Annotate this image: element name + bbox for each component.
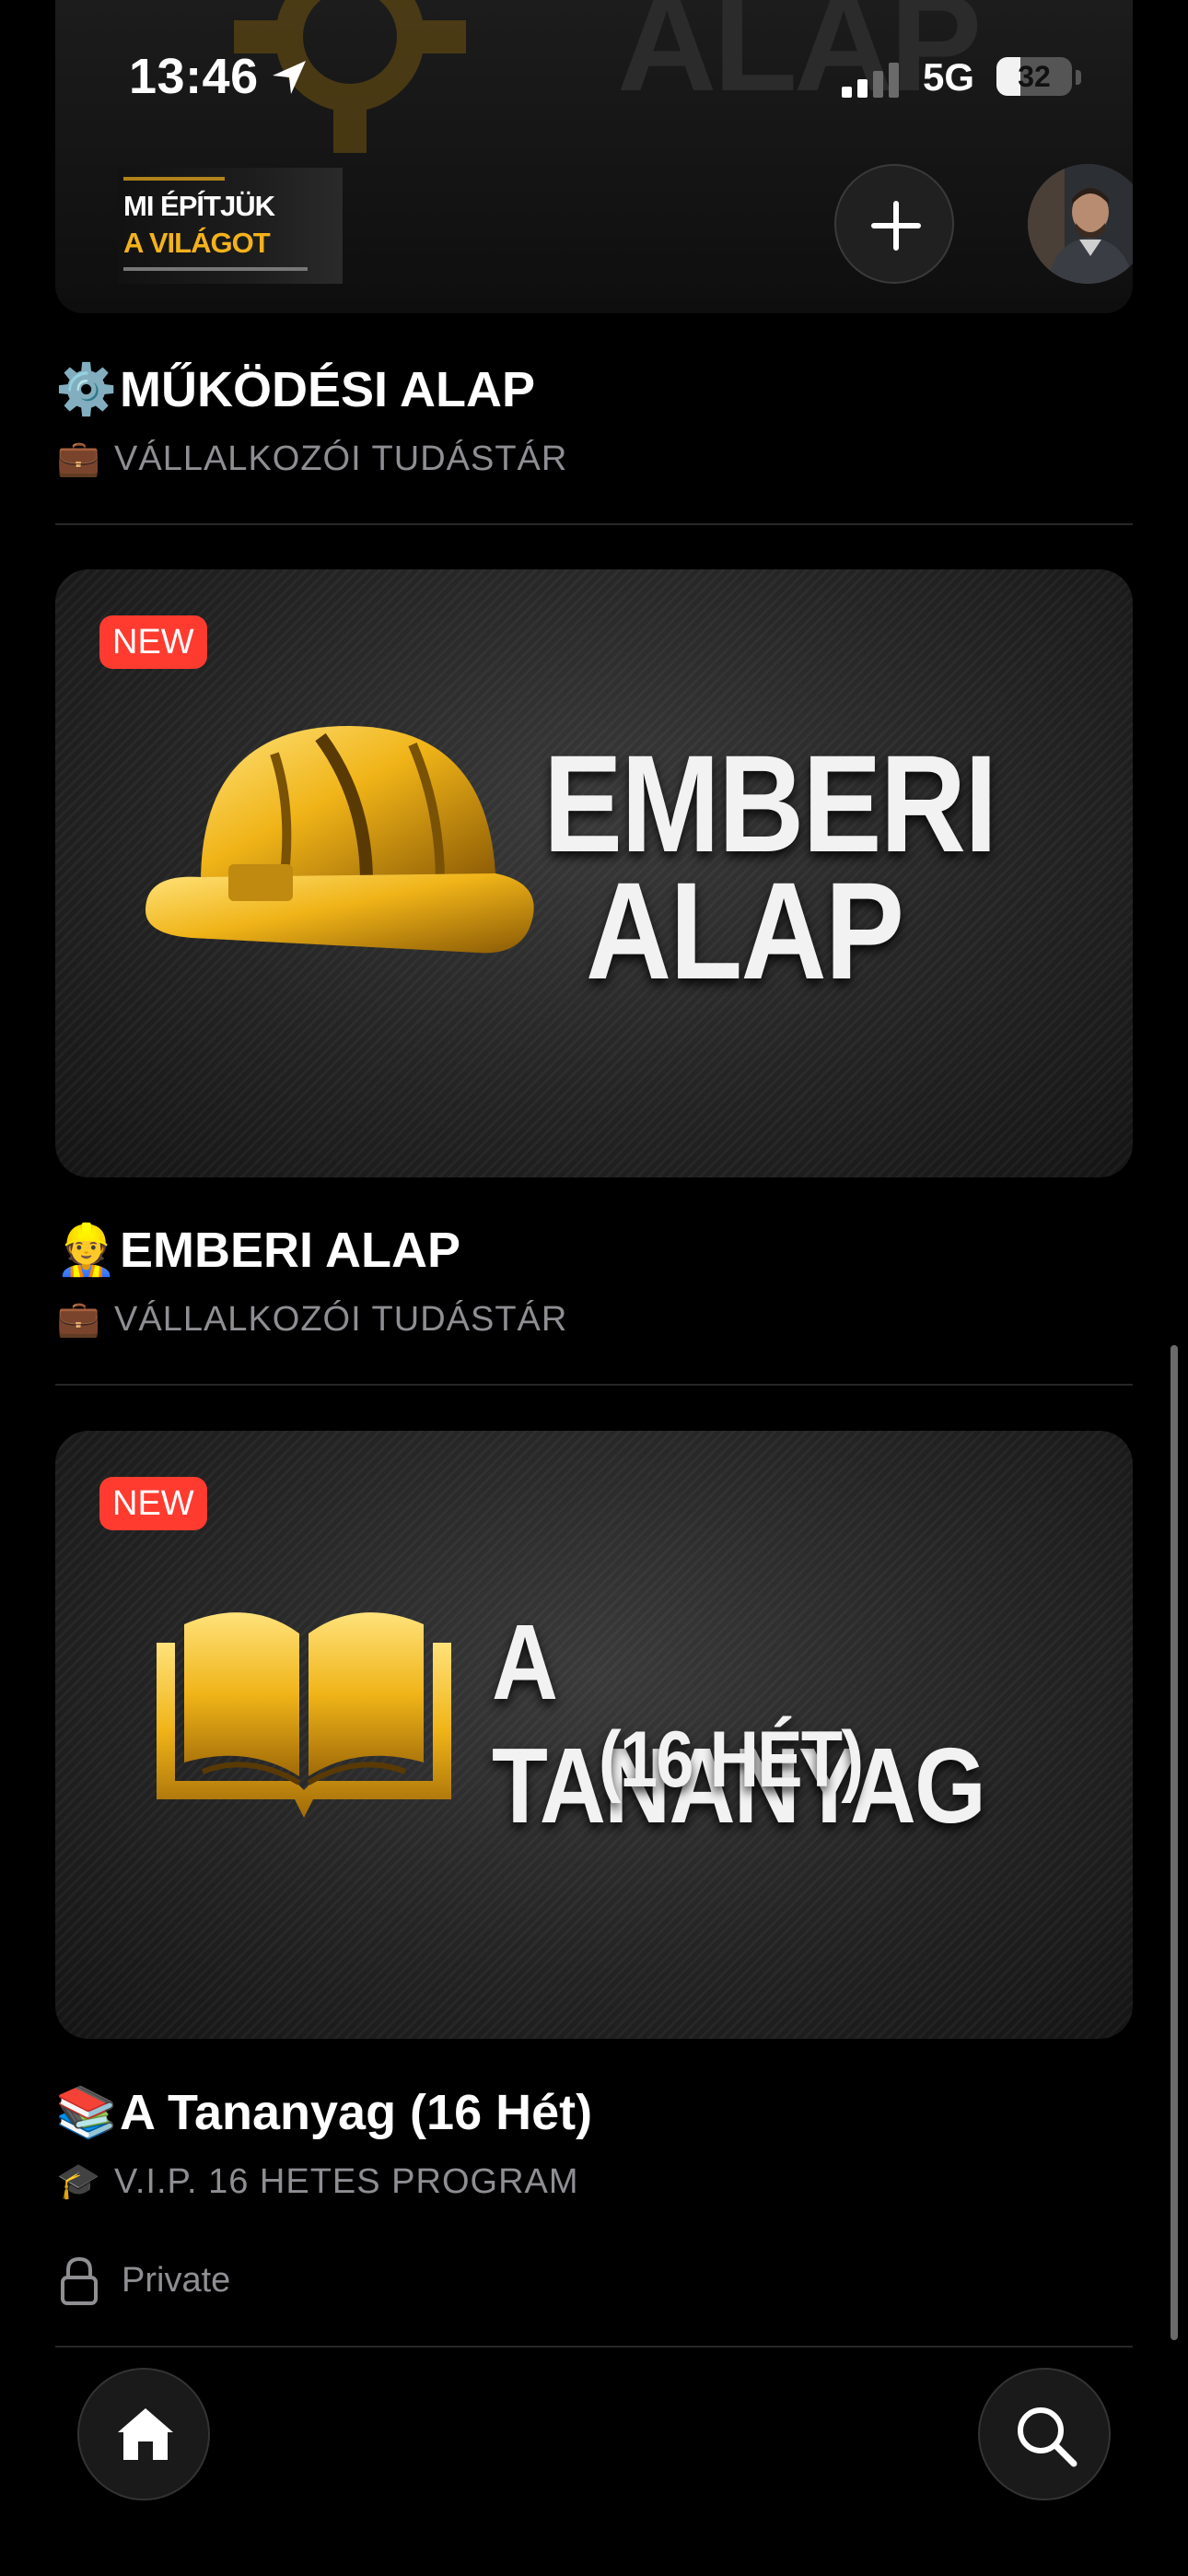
section-title-a-tananyag[interactable]: 📚A Tananyag (16 Hét) xyxy=(55,2084,592,2142)
section-category: 💼 VÁLLALKOZÓI TUDÁSTÁR xyxy=(55,1299,567,1340)
card-heading-line2: (16 HÉT) xyxy=(599,1715,864,1804)
battery-icon: 32 xyxy=(996,57,1072,96)
location-arrow-icon xyxy=(273,61,306,94)
briefcase-icon: 💼 xyxy=(56,439,102,478)
divider xyxy=(55,1384,1133,1386)
divider xyxy=(55,523,1133,525)
section-category: 💼 VÁLLALKOZÓI TUDÁSTÁR xyxy=(55,439,567,479)
avatar[interactable] xyxy=(1028,164,1133,284)
logo-title-line2: A VILÁGOT xyxy=(123,227,271,259)
graduation-cap-icon: 🎓 xyxy=(56,2162,102,2201)
add-button[interactable] xyxy=(834,164,954,284)
open-book-icon xyxy=(157,1612,451,1818)
lock-icon xyxy=(61,2256,98,2305)
privacy-label: Private xyxy=(122,2261,231,2300)
section-title-text: EMBERI ALAP xyxy=(120,1223,461,1278)
profile-photo xyxy=(1028,164,1133,284)
status-bar: 13:46 5G 32 xyxy=(0,0,1188,157)
battery-cap xyxy=(1076,70,1081,85)
new-badge: NEW xyxy=(99,615,207,669)
section-title-emberi-alap[interactable]: 👷EMBERI ALAP xyxy=(55,1222,460,1280)
home-icon xyxy=(118,2408,173,2460)
section-category-text: VÁLLALKOZÓI TUDÁSTÁR xyxy=(114,439,568,478)
home-button[interactable] xyxy=(77,2368,210,2500)
search-button[interactable] xyxy=(978,2368,1111,2500)
logo-title-line1: MI ÉPÍTJÜK xyxy=(123,190,275,222)
logo-fineprint xyxy=(123,267,308,271)
section-category-text: VÁLLALKOZÓI TUDÁSTÁR xyxy=(114,1300,568,1339)
hard-hat-icon xyxy=(146,726,534,954)
gear-emoji-icon: ⚙️ xyxy=(55,362,118,417)
cellular-signal-icon xyxy=(842,63,899,98)
status-time: 13:46 xyxy=(129,49,259,104)
logo-accent-line xyxy=(123,177,225,181)
section-title-mukodesi-alap[interactable]: ⚙️MŰKÖDÉSI ALAP xyxy=(55,361,535,419)
network-type: 5G xyxy=(923,55,975,99)
new-badge: NEW xyxy=(99,1477,207,1530)
section-category: 🎓 V.I.P. 16 HETES PROGRAM xyxy=(55,2161,579,2202)
plus-icon xyxy=(871,201,921,251)
divider xyxy=(55,2346,1133,2348)
construction-worker-icon: 👷 xyxy=(55,1223,118,1278)
card-heading-line2: ALAP xyxy=(586,853,904,1008)
books-icon: 📚 xyxy=(55,2085,118,2140)
course-card-emberi-alap[interactable]: NEW EMBERI ALAP xyxy=(55,569,1133,1177)
course-card-a-tananyag[interactable]: NEW A TANANYAG (16 HÉT) xyxy=(55,1431,1133,2039)
section-title-text: MŰKÖDÉSI ALAP xyxy=(120,362,536,417)
section-title-text: A Tananyag (16 Hét) xyxy=(120,2085,593,2140)
battery-level: 32 xyxy=(1018,60,1051,93)
search-icon xyxy=(1018,2407,1077,2467)
section-category-text: V.I.P. 16 HETES PROGRAM xyxy=(114,2162,579,2201)
channel-logo[interactable]: MI ÉPÍTJÜK A VILÁGOT xyxy=(118,168,343,284)
briefcase-icon: 💼 xyxy=(56,1300,102,1339)
scrollbar[interactable] xyxy=(1171,1345,1178,2340)
